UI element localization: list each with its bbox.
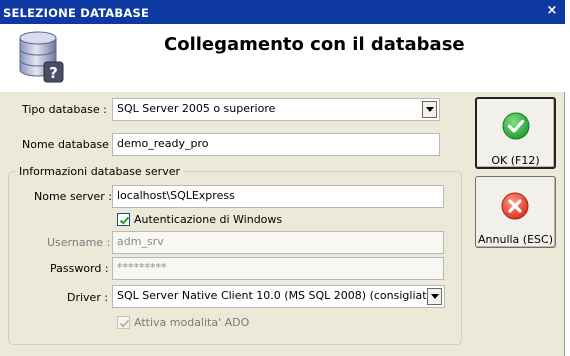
username-input[interactable]: adm_srv — [112, 231, 444, 254]
server-info-group-title: Informazioni database server — [16, 165, 184, 178]
password-value: ********* — [117, 261, 167, 274]
windows-auth-label[interactable]: Autenticazione di Windows — [134, 213, 282, 226]
password-label: Password : — [50, 262, 109, 275]
chevron-down-icon[interactable] — [422, 101, 437, 118]
driver-value: SQL Server Native Client 10.0 (MS SQL 20… — [117, 289, 438, 302]
svg-text:?: ? — [49, 64, 58, 82]
server-name-label: Nome server : — [34, 190, 112, 203]
username-value: adm_srv — [117, 235, 164, 248]
server-name-input[interactable]: localhost\SQLExpress — [112, 185, 444, 208]
db-type-value: SQL Server 2005 o superiore — [117, 102, 276, 115]
ok-button[interactable]: OK (F12) — [475, 97, 556, 169]
db-name-label: Nome database : — [22, 138, 117, 151]
driver-select[interactable]: SQL Server Native Client 10.0 (MS SQL 20… — [112, 285, 445, 308]
username-label: Username : — [47, 236, 111, 249]
page-heading: Collegamento con il database — [164, 34, 465, 55]
ok-button-label: OK (F12) — [491, 154, 540, 167]
cancel-button-label: Annulla (ESC) — [478, 233, 553, 246]
window-title: SELEZIONE DATABASE — [3, 6, 150, 20]
title-bar[interactable]: SELEZIONE DATABASE × — [0, 0, 565, 24]
password-input[interactable]: ********* — [112, 257, 444, 280]
dialog-window: SELEZIONE DATABASE × ? Collegamento con … — [0, 0, 565, 356]
checkmark-icon — [119, 216, 130, 225]
chevron-down-icon[interactable] — [427, 288, 442, 305]
driver-label: Driver : — [67, 291, 109, 304]
db-name-value: demo_ready_pro — [117, 137, 209, 150]
close-icon[interactable]: × — [544, 2, 560, 20]
ado-mode-label: Attiva modalita' ADO — [134, 316, 250, 329]
cancel-button[interactable]: Annulla (ESC) — [475, 176, 556, 248]
windows-auth-checkbox[interactable] — [117, 213, 130, 226]
check-circle-icon — [502, 112, 530, 140]
cancel-circle-icon — [501, 192, 529, 220]
server-name-value: localhost\SQLExpress — [117, 189, 235, 202]
db-name-input[interactable]: demo_ready_pro — [112, 133, 440, 156]
checkmark-icon — [119, 319, 130, 328]
ado-mode-checkbox[interactable] — [117, 316, 130, 329]
database-help-icon: ? — [19, 31, 64, 83]
db-type-select[interactable]: SQL Server 2005 o superiore — [112, 98, 440, 121]
db-type-label: Tipo database : — [22, 103, 107, 116]
